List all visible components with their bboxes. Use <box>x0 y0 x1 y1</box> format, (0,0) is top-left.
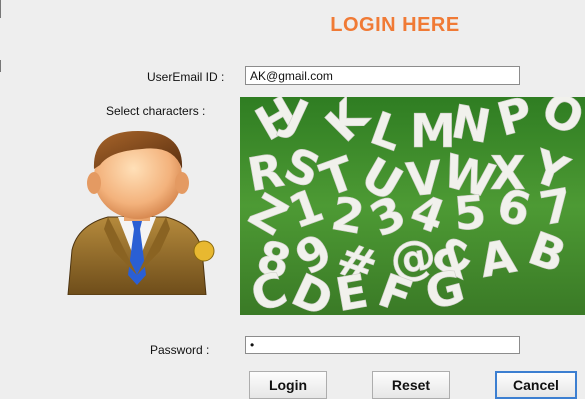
password-field[interactable]: • <box>245 336 520 354</box>
email-label: UserEmail ID : <box>147 70 225 84</box>
reset-button[interactable]: Reset <box>372 371 450 399</box>
window-edge <box>0 0 1 18</box>
password-label: Password : <box>150 343 210 357</box>
select-characters-label: Select characters : <box>106 104 206 118</box>
page-title: LOGIN HERE <box>330 14 460 36</box>
character-selection-image[interactable]: HJKL MNPORSTUVWX YZ1234 5 6 789# @&A BCDE F G <box>240 97 585 315</box>
email-field[interactable]: AK@gmail.com <box>245 66 520 85</box>
cancel-button[interactable]: Cancel <box>495 371 577 399</box>
login-button[interactable]: Login <box>249 371 327 399</box>
user-avatar-icon <box>67 131 215 295</box>
window-edge <box>0 60 1 72</box>
